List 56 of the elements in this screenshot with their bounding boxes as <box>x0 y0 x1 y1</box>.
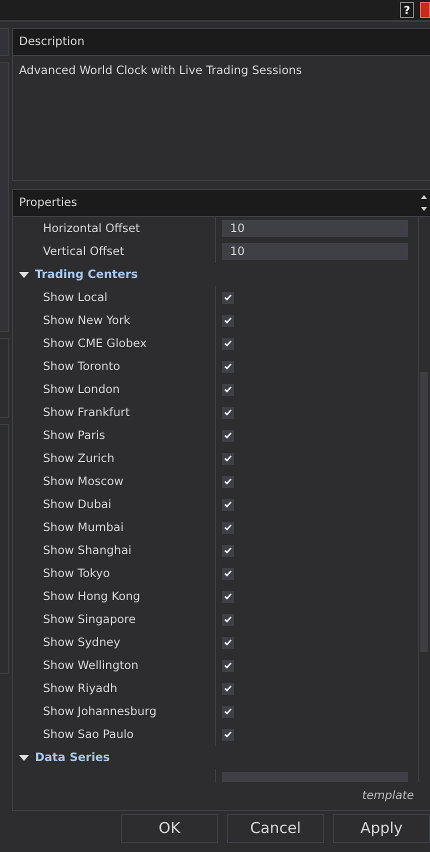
description-text: Advanced World Clock with Live Trading Sessions <box>19 63 302 77</box>
property-label: Horizontal Offset <box>13 217 216 240</box>
dialog-button[interactable]: Cancel <box>227 814 324 843</box>
property-label: Show Tokyo <box>13 562 216 585</box>
property-label: Show Sydney <box>13 631 216 654</box>
checkbox[interactable] <box>222 292 234 304</box>
dialog-button[interactable]: Apply <box>333 814 430 843</box>
property-label: Show Johannesburg <box>13 700 216 723</box>
property-label: Show CME Globex <box>13 332 216 355</box>
checkbox[interactable] <box>222 660 234 672</box>
checkbox[interactable] <box>222 706 234 718</box>
checkbox[interactable] <box>222 682 234 694</box>
property-label: Show Singapore <box>13 608 216 631</box>
checkbox[interactable] <box>222 728 234 740</box>
help-button[interactable]: ? <box>400 2 414 18</box>
property-label: Show Wellington <box>13 654 216 677</box>
checkbox[interactable] <box>222 338 234 350</box>
property-label: Show London <box>13 378 216 401</box>
property-label: Show Local <box>13 286 216 309</box>
number-field[interactable]: 10 <box>222 220 408 237</box>
panel-header: Description <box>19 33 84 50</box>
property-label: Show Toronto <box>13 355 216 378</box>
dialog-button[interactable]: OK <box>121 814 218 843</box>
property-label: Show New York <box>13 309 216 332</box>
footer-label: template <box>362 787 414 804</box>
checkbox[interactable] <box>222 360 234 372</box>
checkbox[interactable] <box>222 614 234 626</box>
checkbox[interactable] <box>222 590 234 602</box>
checkbox[interactable] <box>222 544 234 556</box>
category-label: Trading Centers <box>35 266 138 283</box>
checkbox[interactable] <box>222 568 234 580</box>
checkbox[interactable] <box>222 476 234 488</box>
property-label: Show Zurich <box>13 447 216 470</box>
checkbox[interactable] <box>222 384 234 396</box>
checkbox[interactable] <box>222 522 234 534</box>
category-label: Data Series <box>35 748 110 766</box>
checkbox[interactable] <box>222 406 234 418</box>
expand-caret-icon[interactable] <box>19 272 29 278</box>
panel-header: Properties <box>19 194 78 212</box>
expand-caret-icon[interactable] <box>19 754 29 760</box>
checkbox[interactable] <box>222 430 234 442</box>
checkbox[interactable] <box>222 452 234 464</box>
property-label: Show Sao Paulo <box>13 723 216 746</box>
checkbox[interactable] <box>222 314 234 326</box>
property-label: Show Shanghai <box>13 539 216 562</box>
property-label: Show Hong Kong <box>13 585 216 608</box>
number-field[interactable]: 10 <box>222 243 408 260</box>
checkbox[interactable] <box>222 636 234 648</box>
property-label: Vertical Offset <box>13 240 216 263</box>
property-label: Show Mumbai <box>13 516 216 539</box>
property-label: Show Paris <box>13 424 216 447</box>
property-label: Show Moscow <box>13 470 216 493</box>
property-label: Show Dubai <box>13 493 216 516</box>
checkbox[interactable] <box>222 498 234 510</box>
property-label: Show Frankfurt <box>13 401 216 424</box>
property-label: Show Riyadh <box>13 677 216 700</box>
